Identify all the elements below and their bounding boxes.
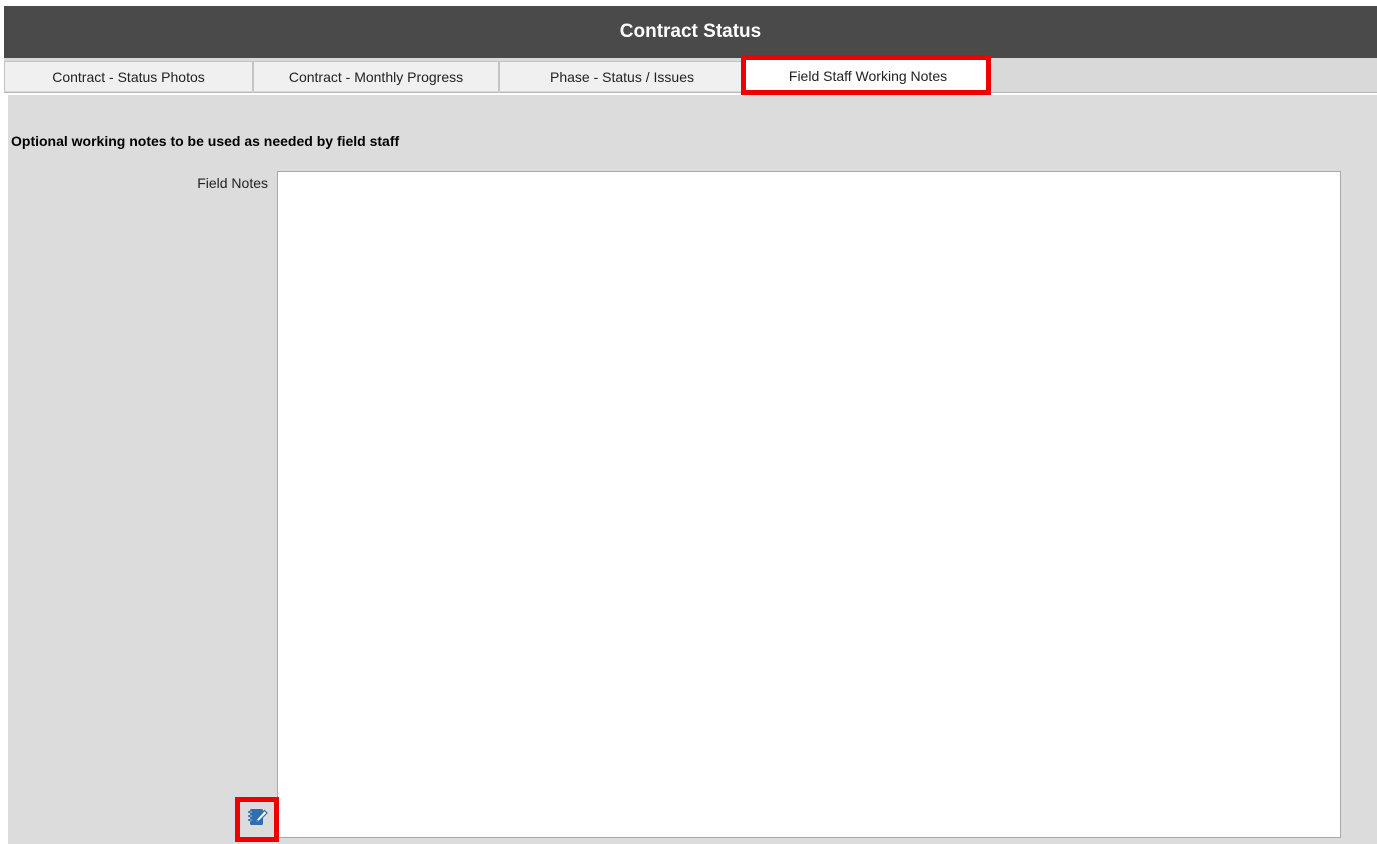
notepad-edit-icon — [245, 805, 269, 834]
tab-label: Contract - Status Photos — [52, 68, 205, 85]
tab-contract-status-photos[interactable]: Contract - Status Photos — [4, 61, 253, 91]
tab-strip: Contract - Status Photos Contract - Mont… — [4, 55, 1377, 95]
tab-phase-status-issues[interactable]: Phase - Status / Issues — [499, 61, 745, 91]
field-notes-textarea[interactable] — [277, 171, 1341, 838]
window-title-bar: Contract Status — [4, 6, 1377, 58]
tab-label: Phase - Status / Issues — [550, 68, 694, 85]
tab-label: Field Staff Working Notes — [788, 68, 948, 84]
contract-status-window: Contract Status Contract - Status Photos… — [0, 0, 1377, 844]
field-notes-label: Field Notes — [197, 175, 268, 191]
tab-field-staff-working-notes[interactable]: Field Staff Working Notes — [745, 59, 991, 92]
field-notes-panel: Optional working notes to be used as nee… — [8, 95, 1377, 844]
edit-notes-button[interactable] — [235, 797, 279, 842]
window-title: Contract Status — [619, 21, 762, 42]
section-heading: Optional working notes to be used as nee… — [11, 133, 400, 149]
tab-contract-monthly-progress[interactable]: Contract - Monthly Progress — [253, 61, 499, 91]
tab-label: Contract - Monthly Progress — [288, 68, 464, 85]
